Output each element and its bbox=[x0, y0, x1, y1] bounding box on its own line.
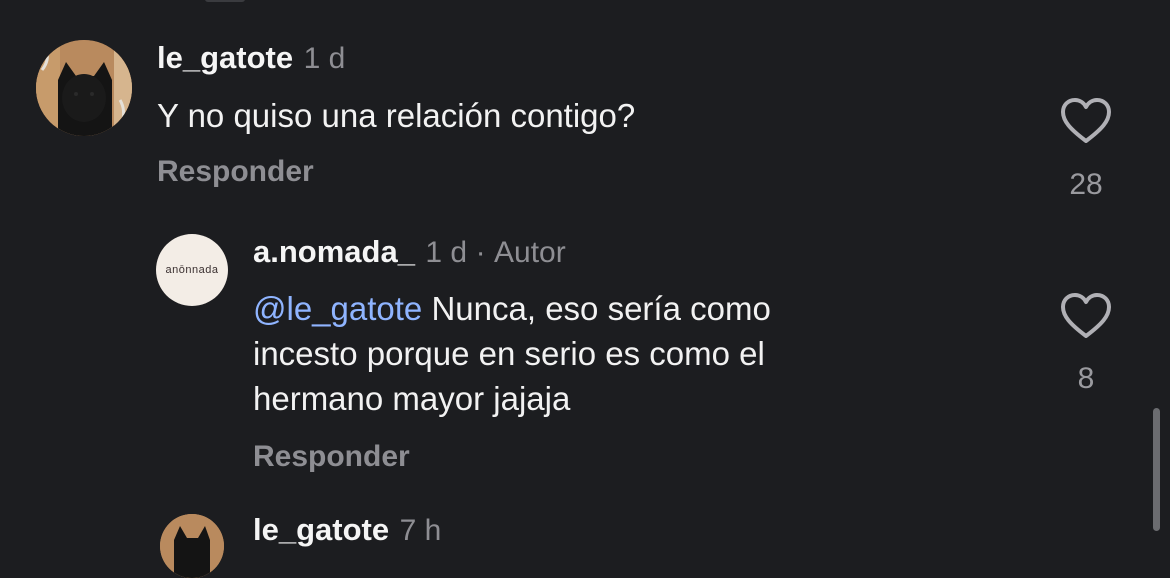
brand-logo: anōnnada bbox=[165, 264, 219, 276]
separator: · bbox=[475, 236, 486, 269]
comment-line-1: @le_gatote Nunca, eso sería como bbox=[253, 286, 771, 331]
timestamp: 1 d bbox=[303, 42, 346, 75]
scrollbar-thumb[interactable] bbox=[1153, 408, 1160, 531]
comment-text: @le_gatote Nunca, eso sería como incesto… bbox=[253, 286, 771, 421]
previous-item-edge bbox=[205, 0, 245, 2]
avatar[interactable]: anōnnada bbox=[156, 234, 228, 306]
avatar[interactable] bbox=[36, 40, 132, 136]
comment-text: Y no quiso una relación contigo? bbox=[157, 97, 636, 134]
comment-line-2: incesto porque en serio es como el bbox=[253, 335, 765, 372]
heart-icon bbox=[1061, 98, 1111, 143]
avatar[interactable] bbox=[160, 514, 224, 578]
reply-button[interactable]: Responder bbox=[157, 155, 314, 189]
comment-line-1-text: Nunca, eso sería como bbox=[422, 290, 771, 327]
like-count: 8 bbox=[1077, 362, 1095, 395]
username[interactable]: le_gatote bbox=[157, 40, 293, 75]
cat-avatar-icon bbox=[160, 514, 224, 578]
comment-header: le_gatote 1 d bbox=[157, 40, 345, 76]
mention-link[interactable]: @le_gatote bbox=[253, 290, 422, 327]
reply-button[interactable]: Responder bbox=[253, 440, 410, 474]
like-button[interactable] bbox=[1060, 97, 1112, 145]
heart-icon bbox=[1061, 293, 1111, 338]
reply-header: a.nomada_ 1 d · Autor bbox=[253, 234, 566, 270]
username[interactable]: a.nomada_ bbox=[253, 234, 415, 269]
like-button[interactable] bbox=[1060, 292, 1112, 340]
like-count: 28 bbox=[1069, 168, 1103, 201]
comment-header: le_gatote 7 h bbox=[253, 512, 441, 548]
cat-avatar-icon bbox=[36, 40, 132, 136]
comment-line-3: hermano mayor jajaja bbox=[253, 380, 571, 417]
username[interactable]: le_gatote bbox=[253, 512, 389, 547]
author-badge: Autor bbox=[494, 236, 566, 269]
timestamp: 1 d bbox=[425, 236, 468, 269]
